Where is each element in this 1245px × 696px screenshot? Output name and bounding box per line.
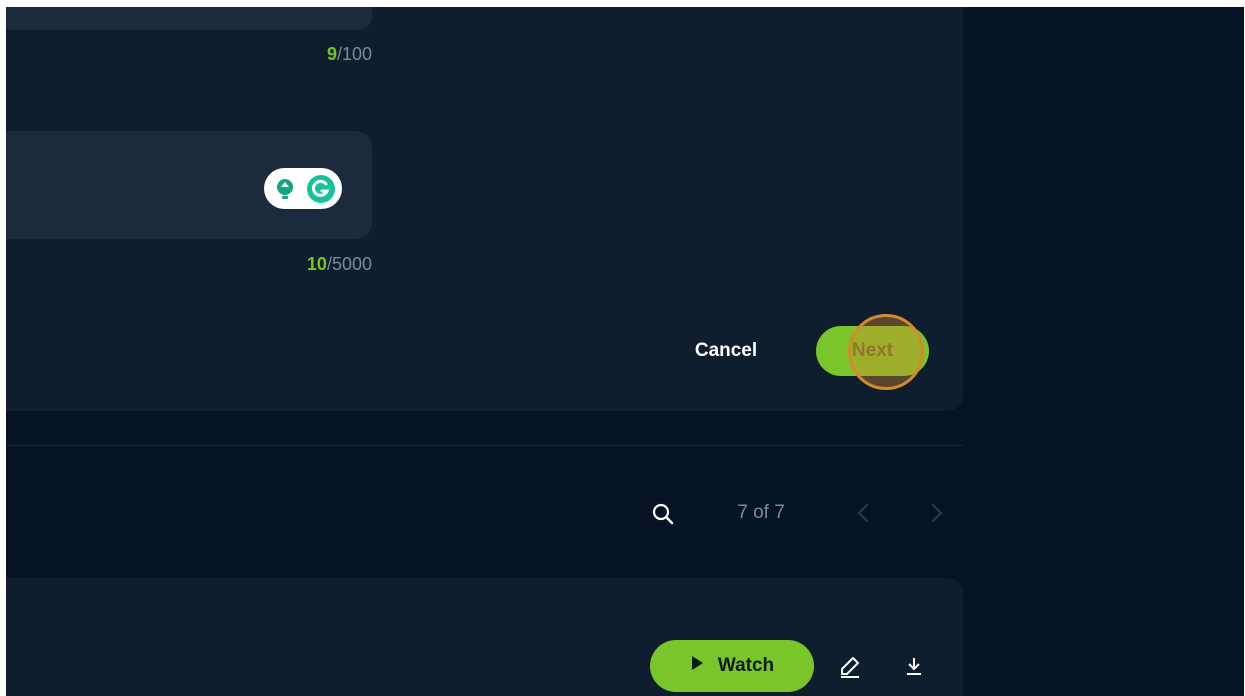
writing-assistant-pill[interactable] xyxy=(264,168,342,209)
grammarly-icon[interactable] xyxy=(306,174,336,204)
pencil-icon[interactable] xyxy=(837,653,863,679)
create-dialog-panel: 9/100 10/5000 Cancel Next xyxy=(6,7,963,411)
pagination-status: 7 of 7 xyxy=(737,502,785,523)
section-divider xyxy=(6,445,963,446)
watch-button[interactable]: Watch xyxy=(650,640,814,692)
download-icon[interactable] xyxy=(901,653,927,679)
search-icon[interactable] xyxy=(649,500,677,528)
title-char-counter: 9/100 xyxy=(272,44,372,65)
title-input[interactable] xyxy=(6,7,372,30)
description-textarea[interactable] xyxy=(6,131,372,239)
title-char-count: 9 xyxy=(326,44,337,64)
chevron-left-icon[interactable] xyxy=(852,501,874,525)
lightbulb-icon[interactable] xyxy=(270,174,300,204)
video-card xyxy=(6,578,963,696)
play-icon xyxy=(690,655,704,677)
description-char-max: /5000 xyxy=(326,254,372,274)
title-char-max: /100 xyxy=(336,44,372,64)
app-viewport: 9/100 10/5000 Cancel Next 7 of 7 Watch xyxy=(6,7,1244,696)
description-char-count: 10 xyxy=(306,254,327,274)
chevron-right-icon[interactable] xyxy=(926,501,948,525)
watch-button-label: Watch xyxy=(717,655,775,676)
next-button[interactable]: Next xyxy=(816,326,929,376)
cancel-button[interactable]: Cancel xyxy=(678,330,774,372)
description-char-counter: 10/5000 xyxy=(242,254,372,275)
